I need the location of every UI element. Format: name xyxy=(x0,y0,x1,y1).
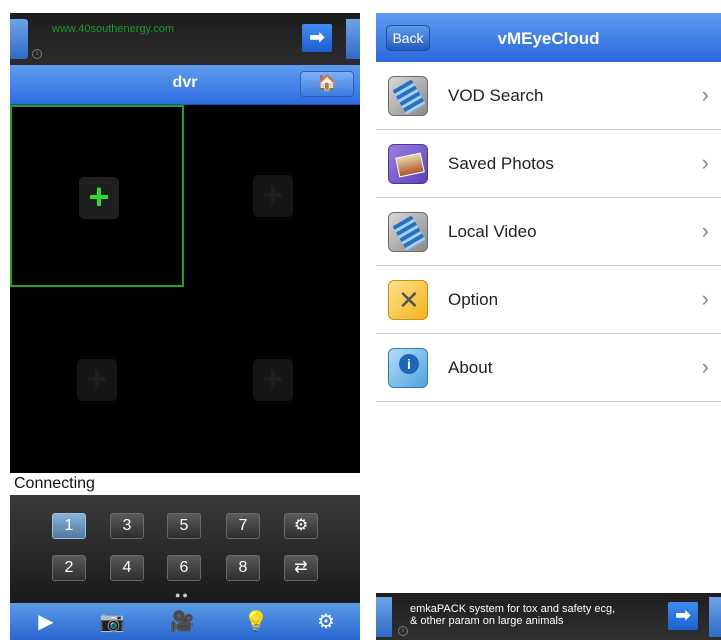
chevron-right-icon: › xyxy=(701,150,709,175)
ad-url[interactable]: www.40southenergy.com xyxy=(52,23,174,35)
menu-item-option[interactable]: Option › xyxy=(376,266,721,334)
channel-key-4[interactable]: 4 xyxy=(110,555,144,581)
add-camera-icon[interactable]: + xyxy=(77,359,117,401)
menu-item-label: About xyxy=(448,358,493,377)
ad-text-line-1: emkaPACK system for tox and safety ecg, xyxy=(410,603,616,615)
light-bulb-icon[interactable]: 💡 xyxy=(236,607,276,637)
menu-item-saved-photos[interactable]: Saved Photos › xyxy=(376,130,721,198)
tools-icon xyxy=(388,280,428,320)
menu-item-label: Saved Photos xyxy=(448,154,554,173)
bottom-toolbar: ▶ 📷 🎥 💡 ⚙ xyxy=(10,603,360,640)
channel-keypad: 1 3 5 7 ⚙ 2 4 6 8 ⇄ ●● xyxy=(10,495,360,603)
switch-icon: ⇄ xyxy=(294,559,308,576)
ad-go-button[interactable]: ➡ xyxy=(302,24,332,52)
screenshot-root: www.40southenergy.com i ➡ dvr 🏠 + + + + … xyxy=(0,0,721,640)
ad-go-button[interactable]: ➡ xyxy=(668,602,698,630)
page-indicator: ●● xyxy=(175,590,190,600)
add-camera-icon[interactable]: + xyxy=(253,175,293,217)
chevron-right-icon: › xyxy=(701,82,709,107)
dvr-screen: www.40southenergy.com i ➡ dvr 🏠 + + + + … xyxy=(10,13,360,640)
channel-key-2[interactable]: 2 xyxy=(52,555,86,581)
top-ad-banner[interactable]: www.40southenergy.com i ➡ xyxy=(10,13,360,65)
channel-key-5[interactable]: 5 xyxy=(167,513,201,539)
camera-slot-3[interactable]: + xyxy=(10,289,184,471)
home-icon: 🏠 xyxy=(317,75,337,92)
vmeyecloud-screen: vMEyeCloud Back VOD Search › Saved Photo… xyxy=(376,13,721,640)
ad-info-icon[interactable]: i xyxy=(398,626,408,636)
home-button[interactable]: 🏠 xyxy=(300,71,354,97)
ad-info-icon[interactable]: i xyxy=(32,49,42,59)
film-reel-icon xyxy=(388,76,428,116)
play-icon[interactable]: ▶ xyxy=(26,607,66,637)
photos-icon xyxy=(388,144,428,184)
ad-left-tab xyxy=(376,597,392,637)
dvr-titlebar: dvr 🏠 xyxy=(10,65,360,105)
record-icon[interactable]: 🎥 xyxy=(162,607,202,637)
camera-slot-1[interactable]: + xyxy=(10,105,184,287)
gear-icon: ⚙ xyxy=(293,517,309,534)
back-button[interactable]: Back xyxy=(386,25,430,51)
chevron-right-icon: › xyxy=(701,354,709,379)
film-reel-icon xyxy=(388,212,428,252)
menu-item-about[interactable]: About › xyxy=(376,334,721,402)
ad-right-tab xyxy=(709,597,721,637)
info-icon xyxy=(388,348,428,388)
menu-item-local-video[interactable]: Local Video › xyxy=(376,198,721,266)
channel-key-7[interactable]: 7 xyxy=(226,513,260,539)
add-camera-icon[interactable]: + xyxy=(253,359,293,401)
ad-left-tab xyxy=(10,19,28,59)
camera-slot-2[interactable]: + xyxy=(186,105,360,287)
menu-titlebar: vMEyeCloud Back xyxy=(376,13,721,62)
bottom-ad-banner[interactable]: emkaPACK system for tox and safety ecg, … xyxy=(376,593,721,640)
stream-switch-key[interactable]: ⇄ xyxy=(284,555,318,581)
menu-item-vod-search[interactable]: VOD Search › xyxy=(376,62,721,130)
settings-key[interactable]: ⚙ xyxy=(284,513,318,539)
camera-icon[interactable]: 📷 xyxy=(92,607,132,637)
channel-key-3[interactable]: 3 xyxy=(110,513,144,539)
chevron-right-icon: › xyxy=(701,286,709,311)
ad-text[interactable]: emkaPACK system for tox and safety ecg, … xyxy=(410,603,660,627)
settings-icon[interactable]: ⚙ xyxy=(306,607,346,637)
camera-slot-4[interactable]: + xyxy=(186,289,360,471)
menu-item-label: VOD Search xyxy=(448,86,544,105)
channel-key-1[interactable]: 1 xyxy=(52,513,86,539)
menu-item-label: Option xyxy=(448,290,499,309)
chevron-right-icon: › xyxy=(701,218,709,243)
ad-text-line-2: & other param on large animals xyxy=(410,615,564,627)
camera-grid: + + + + xyxy=(10,105,360,473)
channel-key-6[interactable]: 6 xyxy=(167,555,201,581)
add-camera-icon[interactable]: + xyxy=(79,177,119,219)
connection-status: Connecting xyxy=(10,473,360,495)
menu-item-label: Local Video xyxy=(448,222,537,241)
channel-key-8[interactable]: 8 xyxy=(226,555,260,581)
ad-right-tab xyxy=(346,19,360,59)
